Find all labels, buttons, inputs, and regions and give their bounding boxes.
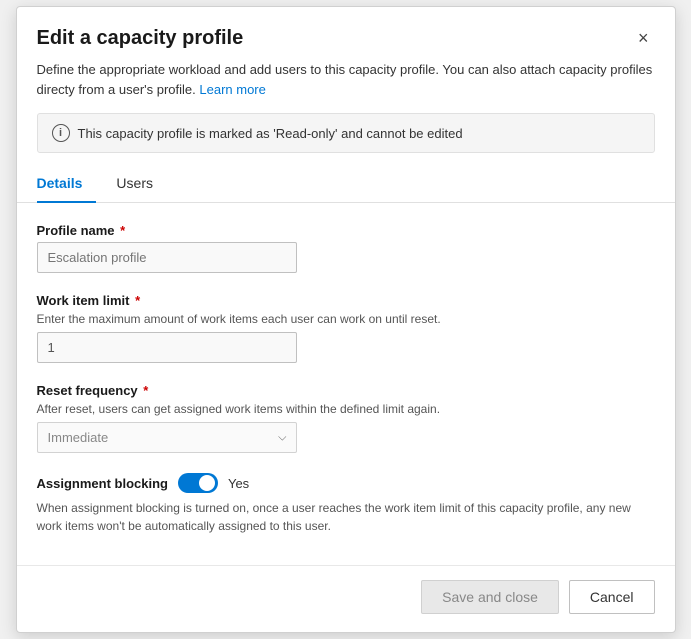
toggle-track — [178, 473, 218, 493]
tab-users[interactable]: Users — [116, 167, 167, 203]
toggle-thumb — [199, 475, 215, 491]
assignment-blocking-label: Assignment blocking — [37, 476, 168, 491]
tabs-container: Details Users — [17, 167, 675, 203]
profile-name-label: Profile name * — [37, 223, 655, 238]
save-and-close-button[interactable]: Save and close — [421, 580, 559, 614]
reset-frequency-desc: After reset, users can get assigned work… — [37, 402, 655, 416]
learn-more-link[interactable]: Learn more — [199, 82, 265, 97]
reset-frequency-select-wrapper: Immediate Daily Weekly Monthly ⌵ — [37, 422, 297, 453]
required-marker-2: * — [131, 293, 140, 308]
toggle-state-label: Yes — [228, 476, 249, 491]
profile-name-input[interactable] — [37, 242, 297, 273]
edit-capacity-dialog: Edit a capacity profile × Define the app… — [16, 6, 676, 633]
work-item-limit-desc: Enter the maximum amount of work items e… — [37, 312, 655, 326]
readonly-banner: i This capacity profile is marked as 'Re… — [37, 113, 655, 153]
dialog-header: Edit a capacity profile × — [17, 7, 675, 60]
assignment-blocking-group: Assignment blocking Yes When assignment … — [37, 473, 655, 535]
assignment-blocking-desc: When assignment blocking is turned on, o… — [37, 499, 655, 535]
assignment-blocking-row: Assignment blocking Yes — [37, 473, 655, 493]
reset-frequency-label: Reset frequency * — [37, 383, 655, 398]
profile-name-group: Profile name * — [37, 223, 655, 273]
work-item-limit-label: Work item limit * — [37, 293, 655, 308]
dialog-title: Edit a capacity profile — [37, 27, 244, 50]
close-button[interactable]: × — [632, 27, 655, 49]
reset-frequency-group: Reset frequency * After reset, users can… — [37, 383, 655, 453]
dialog-body: Profile name * Work item limit * Enter t… — [17, 203, 675, 565]
subtitle-text: Define the appropriate workload and add … — [37, 62, 653, 97]
dialog-footer: Save and close Cancel — [17, 565, 675, 632]
cancel-button[interactable]: Cancel — [569, 580, 655, 614]
readonly-message: This capacity profile is marked as 'Read… — [78, 126, 463, 141]
required-marker: * — [117, 223, 126, 238]
assignment-blocking-toggle[interactable] — [178, 473, 218, 493]
tab-details[interactable]: Details — [37, 167, 97, 203]
dialog-subtitle: Define the appropriate workload and add … — [17, 60, 675, 113]
work-item-limit-input[interactable] — [37, 332, 297, 363]
info-icon: i — [52, 124, 70, 142]
required-marker-3: * — [140, 383, 149, 398]
work-item-limit-group: Work item limit * Enter the maximum amou… — [37, 293, 655, 363]
reset-frequency-select[interactable]: Immediate Daily Weekly Monthly — [37, 422, 297, 453]
